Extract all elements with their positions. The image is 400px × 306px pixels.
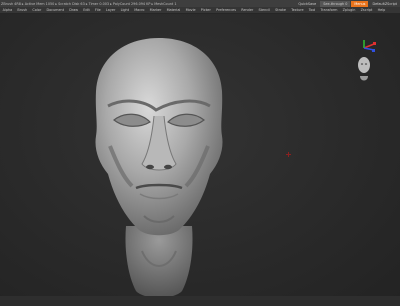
menu-picker[interactable]: Picker (198, 8, 213, 12)
menus-button[interactable]: Menus (351, 0, 369, 7)
quicksave-button[interactable]: QuickSave (295, 1, 319, 7)
menu-transform[interactable]: Transform (318, 8, 340, 12)
sculpted-head-model[interactable] (84, 36, 234, 306)
menu-preferences[interactable]: Preferences (214, 8, 239, 12)
menu-movie[interactable]: Movie (183, 8, 198, 12)
menu-brush[interactable]: Brush (15, 8, 30, 12)
default-zscript-button[interactable]: DefaultZScript (369, 1, 400, 7)
pivot-marker-icon (286, 152, 291, 157)
menu-edit[interactable]: Edit (81, 8, 93, 12)
title-bar: ZBrush 4R8 ▸ Active Mem 1050 ▸ Scratch D… (0, 0, 400, 7)
menu-layer[interactable]: Layer (103, 8, 118, 12)
menu-stroke[interactable]: Stroke (273, 8, 289, 12)
menu-marker[interactable]: Marker (147, 8, 164, 12)
menu-render[interactable]: Render (239, 8, 256, 12)
menu-file[interactable]: File (92, 8, 103, 12)
window-title: ZBrush 4R8 ▸ Active Mem 1050 ▸ Scratch D… (1, 1, 177, 6)
menu-tool[interactable]: Tool (306, 8, 318, 12)
menu-alpha[interactable]: Alpha (0, 8, 15, 12)
menu-draw[interactable]: Draw (67, 8, 81, 12)
menu-document[interactable]: Document (44, 8, 67, 12)
canvas-viewport[interactable] (0, 14, 400, 300)
menu-material[interactable]: Material (164, 8, 183, 12)
menu-zscript[interactable]: Zscript (358, 8, 375, 12)
bottom-tray (0, 296, 400, 300)
menu-texture[interactable]: Texture (289, 8, 307, 12)
menu-stencil[interactable]: Stencil (256, 8, 273, 12)
menu-color[interactable]: Color (30, 8, 44, 12)
navigation-head-icon[interactable] (352, 38, 376, 84)
see-through-slider[interactable]: See-through 0 (320, 0, 351, 7)
menu-help[interactable]: Help (375, 8, 388, 12)
main-menu-bar: Alpha Brush Color Document Draw Edit Fil… (0, 7, 400, 14)
menu-macro[interactable]: Macro (132, 8, 147, 12)
menu-zplugin[interactable]: Zplugin (340, 8, 358, 12)
menu-light[interactable]: Light (118, 8, 132, 12)
